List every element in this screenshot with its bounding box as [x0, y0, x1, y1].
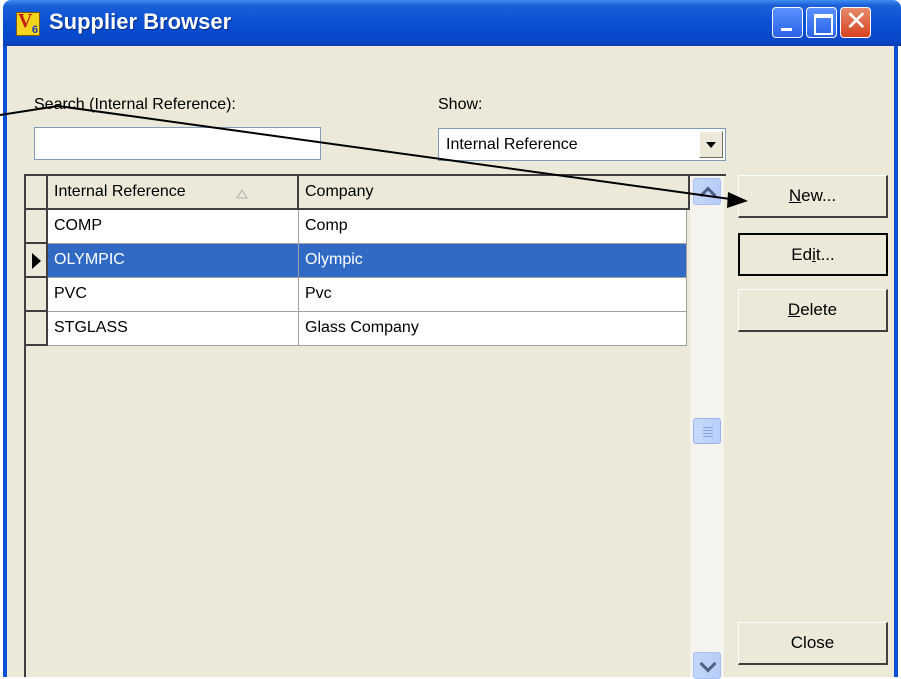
supplier-browser-window: V6 Supplier Browser ✕ Search (Internal R…	[0, 0, 901, 679]
annotation-arrow	[0, 105, 748, 208]
